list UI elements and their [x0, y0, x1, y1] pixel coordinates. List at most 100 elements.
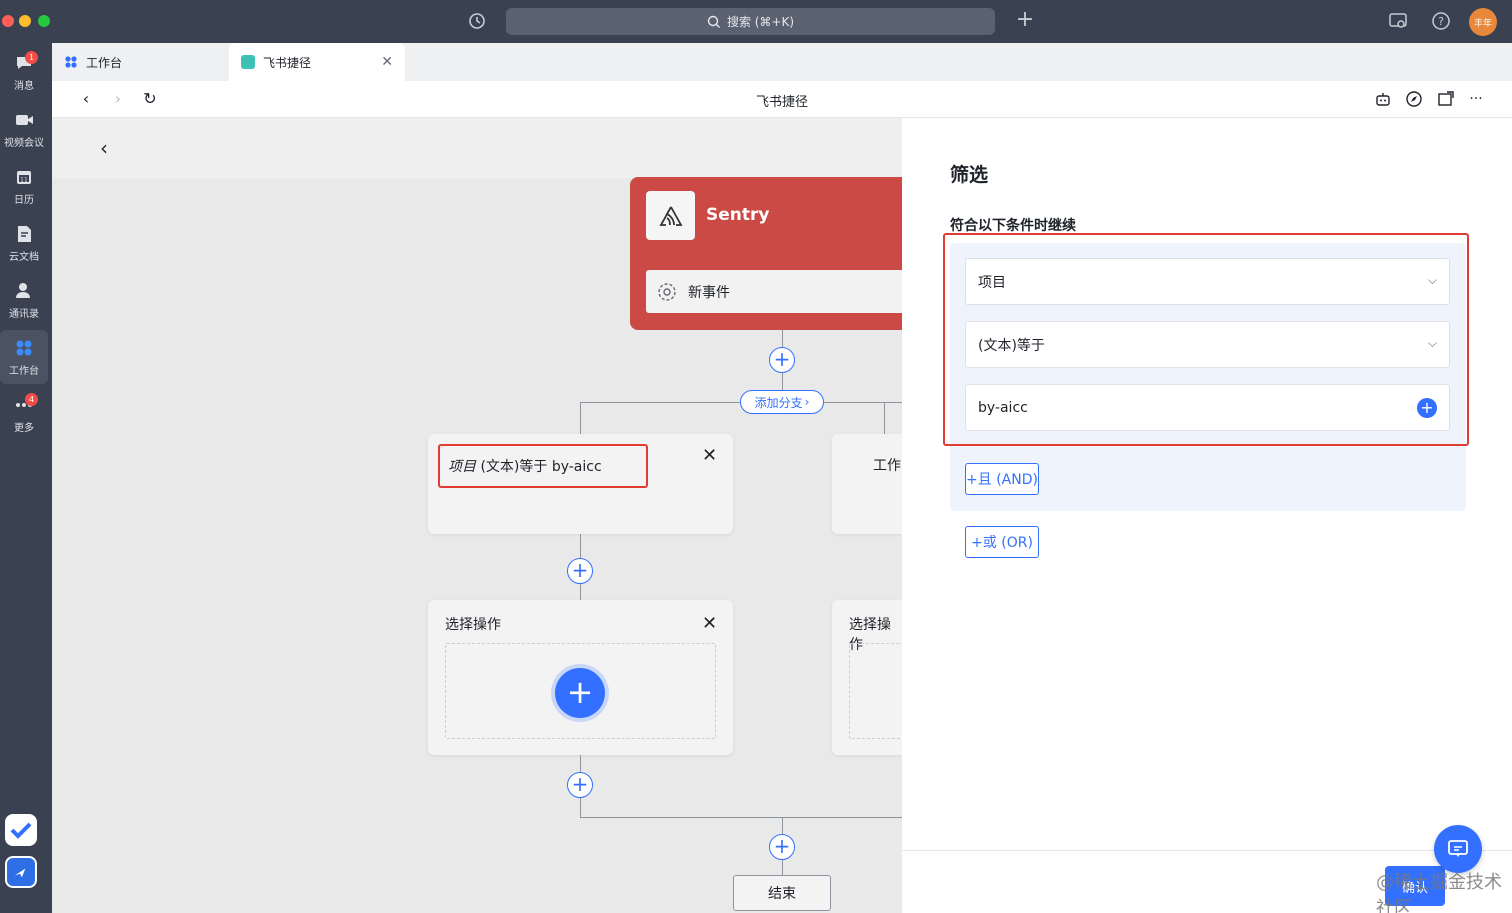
action-dropzone-right[interactable]: [849, 643, 902, 739]
connector: [884, 402, 885, 434]
zoom-window-button[interactable]: [38, 15, 50, 27]
page-title: 飞书捷径: [755, 95, 808, 110]
trigger-event-row[interactable]: 新事件 ›: [646, 270, 902, 313]
rail-item-meetings[interactable]: 视频会议: [0, 102, 48, 156]
sentry-logo-icon: [646, 191, 695, 240]
arrow-app-icon: [14, 868, 26, 878]
panel-title: 筛选: [950, 164, 989, 186]
add-step-button[interactable]: +: [567, 558, 593, 584]
docs-app-shortcut[interactable]: [5, 814, 37, 846]
search-label: 搜索 (⌘+K): [726, 15, 795, 29]
rail-label: 更多: [14, 423, 34, 434]
tab-label: 工作台: [86, 55, 123, 70]
canvas-header: ‹: [52, 118, 902, 178]
add-and-label: +且 (AND): [966, 472, 1038, 488]
rail-item-contacts[interactable]: 通讯录: [0, 273, 48, 327]
filter-panel: 筛选 符合以下条件时继续 项目 ⌵ (文本)等于 ⌵ by-aicc + +且 …: [902, 118, 1512, 913]
add-action-button[interactable]: +: [555, 668, 605, 718]
rail-item-more[interactable]: 更多 4: [0, 387, 48, 441]
connector: [580, 817, 902, 818]
field-select[interactable]: 项目 ⌵: [965, 258, 1450, 305]
back-button[interactable]: ‹: [76, 89, 96, 109]
rail-label: 消息: [14, 81, 34, 92]
field-select-value: 项目: [978, 274, 1006, 291]
chat-icon: [1448, 840, 1468, 857]
forward-button[interactable]: ›: [108, 89, 128, 109]
action-label: 选择操作: [445, 617, 501, 633]
check-app-icon: [10, 822, 32, 839]
operator-select[interactable]: (文本)等于 ⌵: [965, 321, 1450, 368]
end-node: 结束: [733, 875, 831, 911]
left-rail: 消息 1 视频会议 11 日历 云文档 通讯录 工作台 更多 4: [0, 43, 52, 913]
new-window-icon[interactable]: [1437, 90, 1455, 108]
close-icon[interactable]: ✕: [381, 54, 393, 70]
rail-label: 日历: [14, 195, 34, 206]
add-branch-button[interactable]: 添加分支 ›: [740, 390, 824, 414]
value-input[interactable]: by-aicc +: [965, 384, 1450, 431]
connector: [580, 402, 581, 434]
robot-icon[interactable]: [1374, 90, 1392, 108]
shortcut-app-shortcut[interactable]: [5, 856, 37, 888]
trigger-event-label: 新事件: [688, 284, 730, 301]
svg-text:?: ?: [1438, 15, 1444, 28]
screen-search-icon[interactable]: [1387, 10, 1409, 32]
workspace-grid-icon: [65, 56, 77, 68]
feedback-button[interactable]: [1434, 825, 1482, 873]
contacts-icon: [16, 283, 30, 298]
workspace-grid-icon: [16, 340, 32, 356]
rail-item-docs[interactable]: 云文档: [0, 216, 48, 270]
more-options-button[interactable]: ···: [1466, 89, 1486, 109]
rail-item-messages[interactable]: 消息 1: [0, 45, 48, 99]
help-icon[interactable]: ?: [1430, 10, 1452, 32]
rail-label: 视频会议: [4, 138, 44, 149]
rail-item-calendar[interactable]: 11 日历: [0, 159, 48, 213]
add-step-button[interactable]: +: [567, 772, 593, 798]
add-or-button[interactable]: +或 (OR): [965, 526, 1039, 558]
rail-label: 工作台: [9, 366, 39, 377]
search-icon: [707, 15, 720, 28]
avatar[interactable]: 丰年: [1469, 8, 1497, 36]
global-search[interactable]: 搜索 (⌘+K): [506, 8, 995, 35]
tab-workspace[interactable]: 工作台: [52, 43, 228, 81]
gear-icon: [658, 282, 676, 301]
history-icon[interactable]: [466, 10, 488, 32]
more-badge: 4: [25, 393, 38, 406]
add-and-button[interactable]: +且 (AND): [965, 463, 1039, 495]
close-window-button[interactable]: [2, 15, 14, 27]
end-label: 结束: [768, 886, 796, 902]
add-step-button[interactable]: +: [769, 347, 795, 373]
panel-subtitle: 符合以下条件时继续: [950, 218, 1076, 234]
watermark-text: @稀土掘金技术社区: [1376, 872, 1502, 913]
tab-label: 飞书捷径: [263, 55, 312, 70]
compass-icon[interactable]: [1405, 90, 1423, 108]
rail-item-workspace[interactable]: 工作台: [0, 330, 48, 384]
new-plus-button[interactable]: +: [1014, 9, 1036, 31]
add-or-label: +或 (OR): [971, 535, 1033, 551]
chevron-right-icon: ›: [804, 395, 810, 409]
close-icon[interactable]: ✕: [702, 613, 717, 634]
close-icon[interactable]: ✕: [702, 445, 717, 466]
tab-shortcut[interactable]: 飞书捷径 ✕: [229, 43, 405, 81]
operator-select-value: (文本)等于: [978, 337, 1045, 354]
condition-field: 项目: [448, 459, 476, 475]
branch-right-label: 工作: [873, 458, 901, 474]
rail-label: 云文档: [9, 252, 39, 263]
canvas-back-button[interactable]: ‹: [100, 136, 108, 160]
app-window: 工作台 飞书捷径 ✕ ‹ › ↻ 飞书捷径 ··· ‹ Sentry 新事件 +…: [52, 43, 1512, 913]
chevron-down-icon: ⌵: [1427, 336, 1437, 350]
svg-text:11: 11: [20, 177, 28, 184]
minimize-window-button[interactable]: [19, 15, 31, 27]
sentry-trigger-node[interactable]: Sentry 新事件 ›: [630, 177, 902, 330]
nav-bar: ‹ › ↻ 飞书捷径 ···: [52, 81, 1512, 118]
calendar-icon: 11: [17, 171, 31, 184]
branch-node-card-right[interactable]: [832, 434, 902, 534]
trigger-title: Sentry: [706, 205, 770, 225]
video-camera-icon: [16, 115, 33, 125]
tab-bar: 工作台 飞书捷径 ✕: [52, 43, 1512, 81]
add-variable-icon[interactable]: +: [1417, 398, 1437, 418]
unread-badge: 1: [25, 51, 38, 64]
refresh-button[interactable]: ↻: [140, 89, 160, 109]
add-step-button[interactable]: +: [769, 834, 795, 860]
window-titlebar: 搜索 (⌘+K) + ? 丰年: [0, 0, 1512, 43]
flow-canvas: ‹ Sentry 新事件 › + 添加分支› 项目 (文本)等于 by-aicc…: [52, 118, 902, 913]
